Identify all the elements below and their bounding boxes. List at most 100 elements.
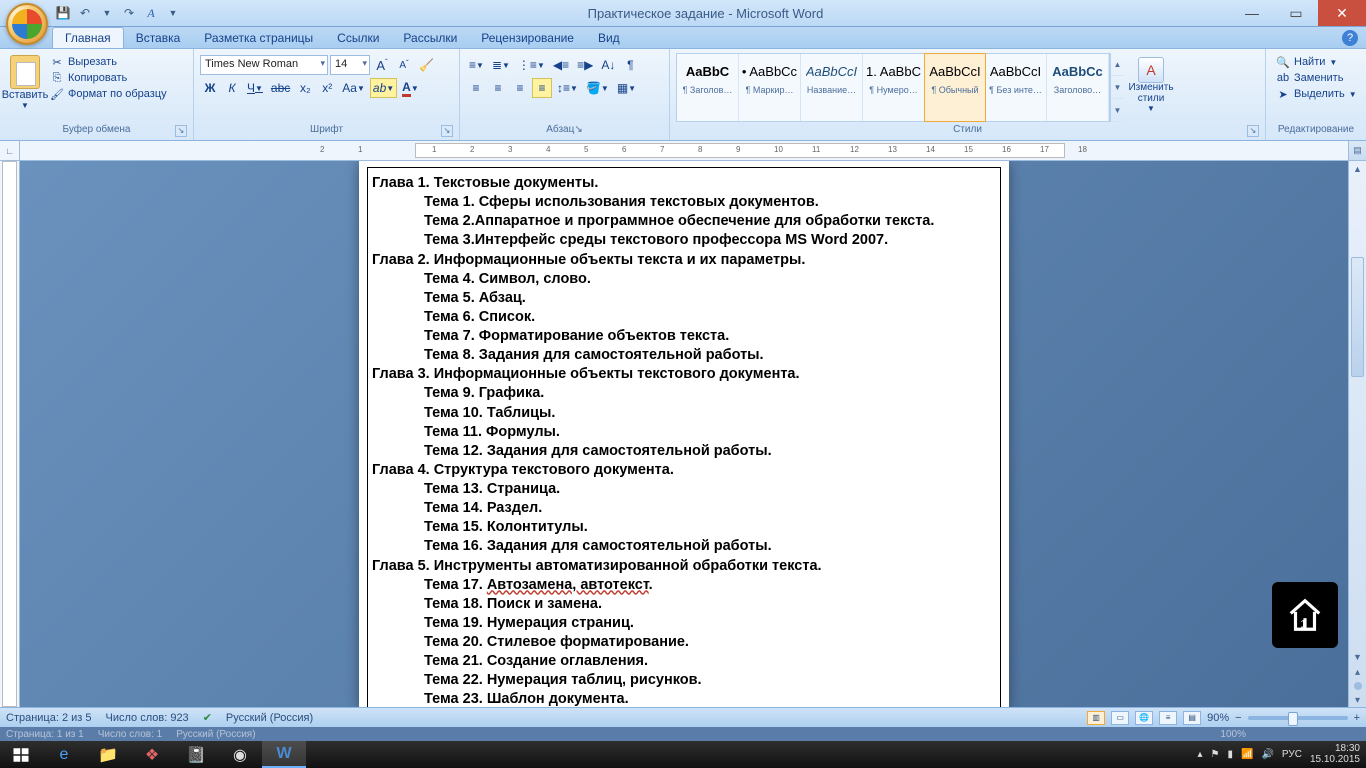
topic-line[interactable]: Тема 20. Стилевое форматирование.	[424, 633, 996, 652]
align-left-button[interactable]: ≡	[466, 78, 486, 98]
topic-line[interactable]: Тема 14. Раздел.	[424, 499, 996, 518]
browse-object-button[interactable]	[1349, 679, 1366, 693]
topic-line[interactable]: Тема 5. Абзац.	[424, 289, 996, 308]
topic-line[interactable]: Тема 2.Аппаратное и программное обеспече…	[424, 212, 996, 231]
topic-line[interactable]: Тема 11. Формулы.	[424, 423, 996, 442]
view-full-screen[interactable]: ▭	[1111, 711, 1129, 725]
topic-line[interactable]: Тема 22. Нумерация таблиц, рисунков.	[424, 671, 996, 690]
increase-indent-button[interactable]: ≡▶	[574, 55, 596, 75]
taskbar-app2[interactable]: 📓	[174, 741, 218, 768]
topic-line[interactable]: Тема 16. Задания для самостоятельной раб…	[424, 537, 996, 556]
topic-line[interactable]: Тема 4. Символ, слово.	[424, 270, 996, 289]
document-content[interactable]: Глава 1. Текстовые документы.Тема 1. Сфе…	[367, 167, 1001, 707]
italic-button[interactable]: К	[222, 78, 242, 98]
style-item[interactable]: AaBbC¶ Заголов…	[677, 54, 739, 121]
status-proofing-icon[interactable]: ✔	[203, 711, 212, 724]
topic-line[interactable]: Тема 12. Задания для самостоятельной раб…	[424, 442, 996, 461]
topic-line[interactable]: Тема 10. Таблицы.	[424, 404, 996, 423]
replace-button[interactable]: abЗаменить	[1276, 71, 1357, 85]
styles-expand[interactable]: ▼	[1111, 99, 1124, 122]
qat-redo-icon[interactable]: ↷	[121, 5, 137, 21]
change-styles-button[interactable]: A Изменить стили ▼	[1128, 53, 1174, 122]
qat-save-icon[interactable]: 💾	[55, 5, 71, 21]
topic-line[interactable]: Тема 19. Нумерация страниц.	[424, 614, 996, 633]
chapter-line[interactable]: Глава 4. Структура текстового документа.	[372, 461, 996, 480]
style-item[interactable]: AaBbCcI¶ Без инте…	[985, 54, 1047, 121]
status-language[interactable]: Русский (Россия)	[226, 712, 313, 724]
next-page-button[interactable]: ▾	[1349, 693, 1366, 707]
highlight-button[interactable]: ab▼	[370, 78, 397, 98]
view-outline[interactable]: ≡	[1159, 711, 1177, 725]
zoom-slider[interactable]	[1248, 716, 1348, 720]
tray-language[interactable]: РУС	[1282, 749, 1302, 760]
office-button[interactable]	[6, 3, 48, 45]
borders-button[interactable]: ▦▼	[614, 78, 639, 98]
ruler-toggle[interactable]: ▤	[1348, 141, 1366, 160]
topic-line[interactable]: Тема 18. Поиск и замена.	[424, 595, 996, 614]
styles-scroll-down[interactable]: ▼	[1111, 76, 1124, 99]
shading-button[interactable]: 🪣▼	[583, 78, 612, 98]
line-spacing-button[interactable]: ↕≡▼	[554, 78, 581, 98]
style-item[interactable]: AaBbCcI¶ Обычный	[924, 53, 986, 122]
bullets-button[interactable]: ≡▼	[466, 55, 487, 75]
topic-line[interactable]: Тема 7. Форматирование объектов текста.	[424, 327, 996, 346]
taskbar-app1[interactable]: ❖	[130, 741, 174, 768]
styles-scroll-up[interactable]: ▲	[1111, 53, 1124, 76]
font-color-button[interactable]: A▼	[399, 78, 422, 98]
zoom-in-button[interactable]: +	[1354, 712, 1360, 724]
scroll-thumb[interactable]	[1351, 257, 1364, 377]
change-case-button[interactable]: Aa▼	[339, 78, 368, 98]
show-marks-button[interactable]: ¶	[620, 55, 640, 75]
topic-line[interactable]: Тема 1. Сферы использования текстовых до…	[424, 193, 996, 212]
topic-line[interactable]: Тема 9. Графика.	[424, 384, 996, 403]
start-button[interactable]	[0, 741, 42, 768]
scroll-up-button[interactable]: ▲	[1349, 161, 1366, 177]
close-button[interactable]: ✕	[1318, 0, 1366, 26]
align-justify-button[interactable]: ≡	[532, 78, 552, 98]
topic-line[interactable]: Тема 23. Шаблон документа.	[424, 690, 996, 707]
tab-Ссылки[interactable]: Ссылки	[325, 28, 391, 48]
format-painter-button[interactable]: 🖌Формат по образцу	[50, 87, 167, 101]
styles-gallery[interactable]: AaBbC¶ Заголов…• AaBbCc¶ Маркир…AaBbCcIН…	[676, 53, 1110, 122]
zoom-level[interactable]: 90%	[1207, 712, 1229, 724]
zoom-out-button[interactable]: −	[1235, 712, 1241, 724]
document-area[interactable]: Глава 1. Текстовые документы.Тема 1. Сфе…	[20, 161, 1348, 707]
prev-page-button[interactable]: ▴	[1349, 665, 1366, 679]
decrease-indent-button[interactable]: ◀≡	[550, 55, 572, 75]
chapter-line[interactable]: Глава 5. Инструменты автоматизированной …	[372, 557, 996, 576]
tray-network-icon[interactable]: 📶	[1241, 749, 1253, 760]
numbering-button[interactable]: ≣▼	[489, 55, 513, 75]
taskbar-chrome[interactable]: ◉	[218, 741, 262, 768]
chapter-line[interactable]: Глава 1. Текстовые документы.	[372, 174, 996, 193]
chapter-line[interactable]: Глава 3. Информационные объекты текстово…	[372, 365, 996, 384]
subscript-button[interactable]: x₂	[295, 78, 315, 98]
underline-button[interactable]: Ч▼	[244, 78, 266, 98]
chapter-line[interactable]: Глава 2. Информационные объекты текста и…	[372, 251, 996, 270]
help-button[interactable]: ?	[1342, 30, 1358, 46]
bold-button[interactable]: Ж	[200, 78, 220, 98]
tab-Вид[interactable]: Вид	[586, 28, 632, 48]
align-right-button[interactable]: ≡	[510, 78, 530, 98]
shrink-font-button[interactable]: Aˇ	[394, 55, 414, 75]
view-draft[interactable]: ▤	[1183, 711, 1201, 725]
superscript-button[interactable]: x²	[317, 78, 337, 98]
copy-button[interactable]: ⎘Копировать	[50, 71, 167, 85]
tab-Главная[interactable]: Главная	[52, 27, 124, 48]
tab-Вставка[interactable]: Вставка	[124, 28, 193, 48]
tab-Рассылки[interactable]: Рассылки	[391, 28, 469, 48]
vertical-ruler[interactable]	[0, 161, 20, 707]
tab-Разметка страницы[interactable]: Разметка страницы	[192, 28, 325, 48]
topic-line[interactable]: Тема 3.Интерфейс среды текстового профес…	[424, 231, 996, 250]
qat-undo-icon[interactable]: ↶	[77, 5, 93, 21]
multilevel-list-button[interactable]: ⋮≡▼	[515, 55, 548, 75]
home-hint-overlay[interactable]: 1	[1272, 582, 1338, 648]
taskbar-ie[interactable]: e	[42, 741, 86, 768]
tab-selector[interactable]: ∟	[0, 141, 20, 160]
style-item[interactable]: 1. AaBbC¶ Нумеро…	[863, 54, 925, 121]
clipboard-dialog-launcher[interactable]: ↘	[175, 125, 187, 137]
clear-formatting-button[interactable]: 🧹	[416, 55, 437, 75]
taskbar-word[interactable]: W	[262, 741, 306, 768]
grow-font-button[interactable]: Aˆ	[372, 55, 392, 75]
find-button[interactable]: 🔍Найти▼	[1276, 55, 1357, 69]
cut-button[interactable]: ✂Вырезать	[50, 55, 167, 69]
